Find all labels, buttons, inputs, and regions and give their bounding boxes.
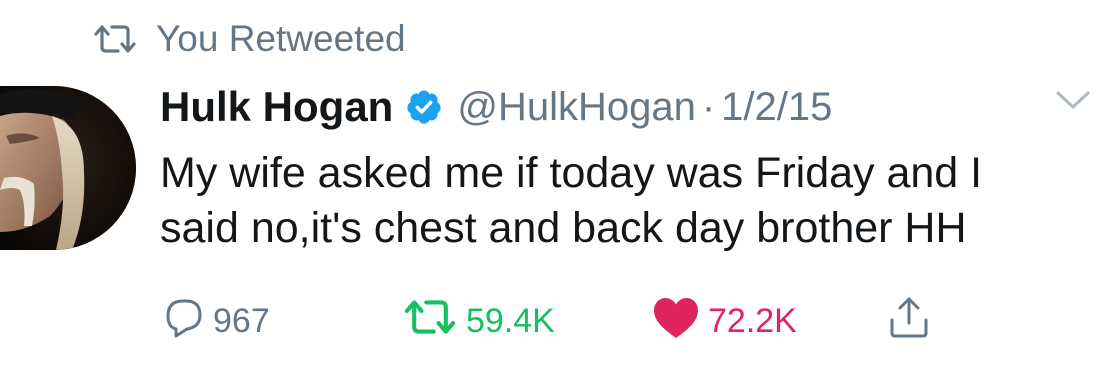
tweet-date[interactable]: 1/2/15	[721, 85, 832, 130]
tweet-text-line: My wife asked me if today was Friday and…	[160, 149, 983, 197]
verified-badge-icon	[405, 88, 443, 126]
like-count: 72.2K	[708, 301, 797, 340]
retweet-context: You Retweeted	[92, 18, 406, 60]
chevron-down-icon[interactable]	[1055, 88, 1091, 117]
retweet-icon	[402, 297, 458, 346]
reply-button[interactable]: 967	[163, 296, 270, 346]
reply-icon	[163, 296, 205, 347]
retweet-count: 59.4K	[466, 301, 555, 340]
tweet-text: My wife asked me if today was Friday and…	[160, 146, 1090, 256]
tweet-text-line: said no,it's chest and back day brother …	[160, 204, 967, 252]
separator-dot: ·	[701, 84, 716, 129]
author-name[interactable]: Hulk Hogan	[160, 83, 393, 131]
heart-icon	[652, 295, 700, 348]
author-handle[interactable]: @HulkHogan	[457, 85, 696, 130]
tweet-actions: 967 59.4K 72.2K	[0, 296, 1101, 346]
share-button[interactable]	[886, 296, 932, 346]
share-icon	[886, 294, 932, 349]
retweet-context-label: You Retweeted	[156, 18, 406, 59]
retweet-button[interactable]: 59.4K	[402, 296, 555, 346]
like-button[interactable]: 72.2K	[652, 296, 797, 346]
avatar[interactable]	[0, 86, 136, 250]
reply-count: 967	[213, 301, 270, 340]
tweet-header: Hulk Hogan @HulkHogan · 1/2/15	[160, 82, 832, 132]
retweet-icon	[92, 23, 138, 55]
